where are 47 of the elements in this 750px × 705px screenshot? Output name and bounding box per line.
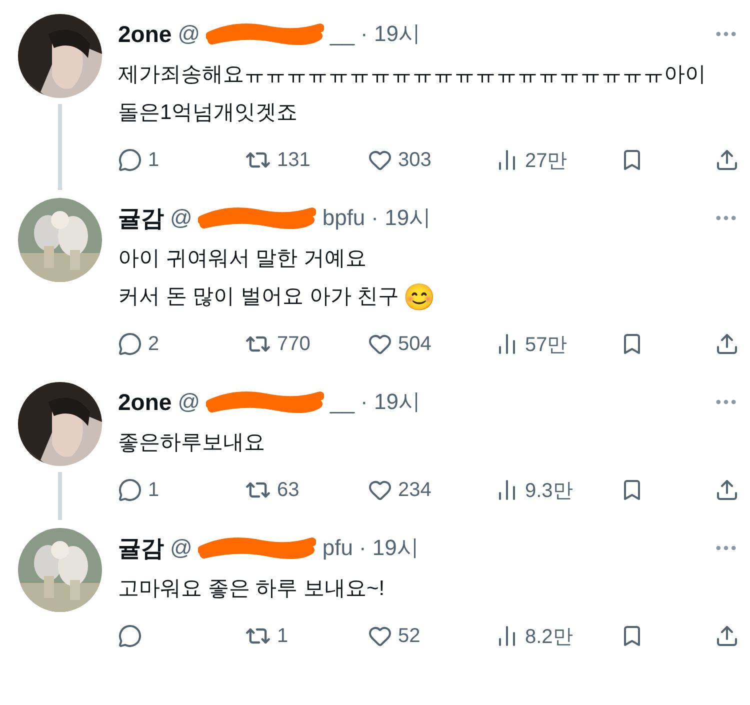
user-name: 귤감: [118, 534, 164, 563]
user-handle: @: [178, 389, 200, 416]
like-button[interactable]: 52: [368, 624, 495, 648]
post-time: · 19시: [360, 388, 420, 416]
post-text: 아이 귀여워서 말한 거예요 커서 돈 많이 벌어요 아가 친구😊: [118, 246, 436, 314]
heart-icon[interactable]: [368, 478, 392, 502]
post-time: · 19시: [360, 20, 420, 48]
user-name: 2one: [118, 388, 172, 416]
post-text: 좋은하루보내요: [118, 430, 266, 456]
user-handle: __: [330, 389, 355, 416]
share-icon[interactable]: [715, 332, 739, 356]
user-handle: @: [170, 535, 192, 562]
user-handle: bpfu: [322, 205, 366, 231]
views-button[interactable]: 57만: [495, 330, 620, 358]
heart-icon[interactable]: [368, 332, 392, 356]
reply-icon[interactable]: [118, 624, 142, 648]
user-handle: @: [178, 21, 200, 47]
user-name: 귤감: [118, 204, 164, 232]
heart-icon[interactable]: [368, 624, 392, 648]
repost-button[interactable]: 63: [245, 477, 368, 504]
repost-button[interactable]: 1: [245, 623, 368, 650]
user-handle: __: [330, 21, 355, 47]
repost-button[interactable]: 131: [245, 147, 368, 173]
reply-button[interactable]: 1: [118, 148, 245, 172]
reply-icon[interactable]: [118, 148, 142, 172]
post-time: · 19시: [371, 204, 432, 232]
reply-icon[interactable]: [118, 478, 142, 502]
reply-button[interactable]: 1: [118, 478, 245, 502]
user-handle: @: [170, 205, 192, 231]
user-name: 2one: [118, 20, 172, 48]
views-button[interactable]: 27만: [495, 146, 620, 174]
views-button[interactable]: 9.3만: [495, 476, 620, 504]
like-button[interactable]: 303: [368, 148, 495, 172]
share-icon[interactable]: [715, 478, 739, 502]
post-text: 제가죄송해요ㅠㅠㅠㅠㅠㅠㅠㅠㅠㅠㅠㅠㅠㅠㅠㅠㅠㅠㅠㅠ아이 돌은1억넘개잇겟죠: [118, 62, 707, 126]
heart-icon[interactable]: [368, 148, 392, 172]
reply-button[interactable]: 2: [118, 332, 245, 356]
reply-icon[interactable]: [118, 332, 142, 356]
like-button[interactable]: 504: [368, 332, 495, 356]
like-button[interactable]: 234: [368, 478, 495, 502]
post-text: 고마워요 좋은 하루 보내요~!: [118, 576, 386, 602]
post-time: · 19시: [358, 534, 419, 562]
share-icon[interactable]: [715, 624, 739, 648]
repost-button[interactable]: 770: [245, 331, 368, 358]
user-handle: pfu: [322, 535, 353, 562]
share-icon[interactable]: [715, 148, 739, 172]
views-button[interactable]: 8.2만: [495, 622, 620, 650]
